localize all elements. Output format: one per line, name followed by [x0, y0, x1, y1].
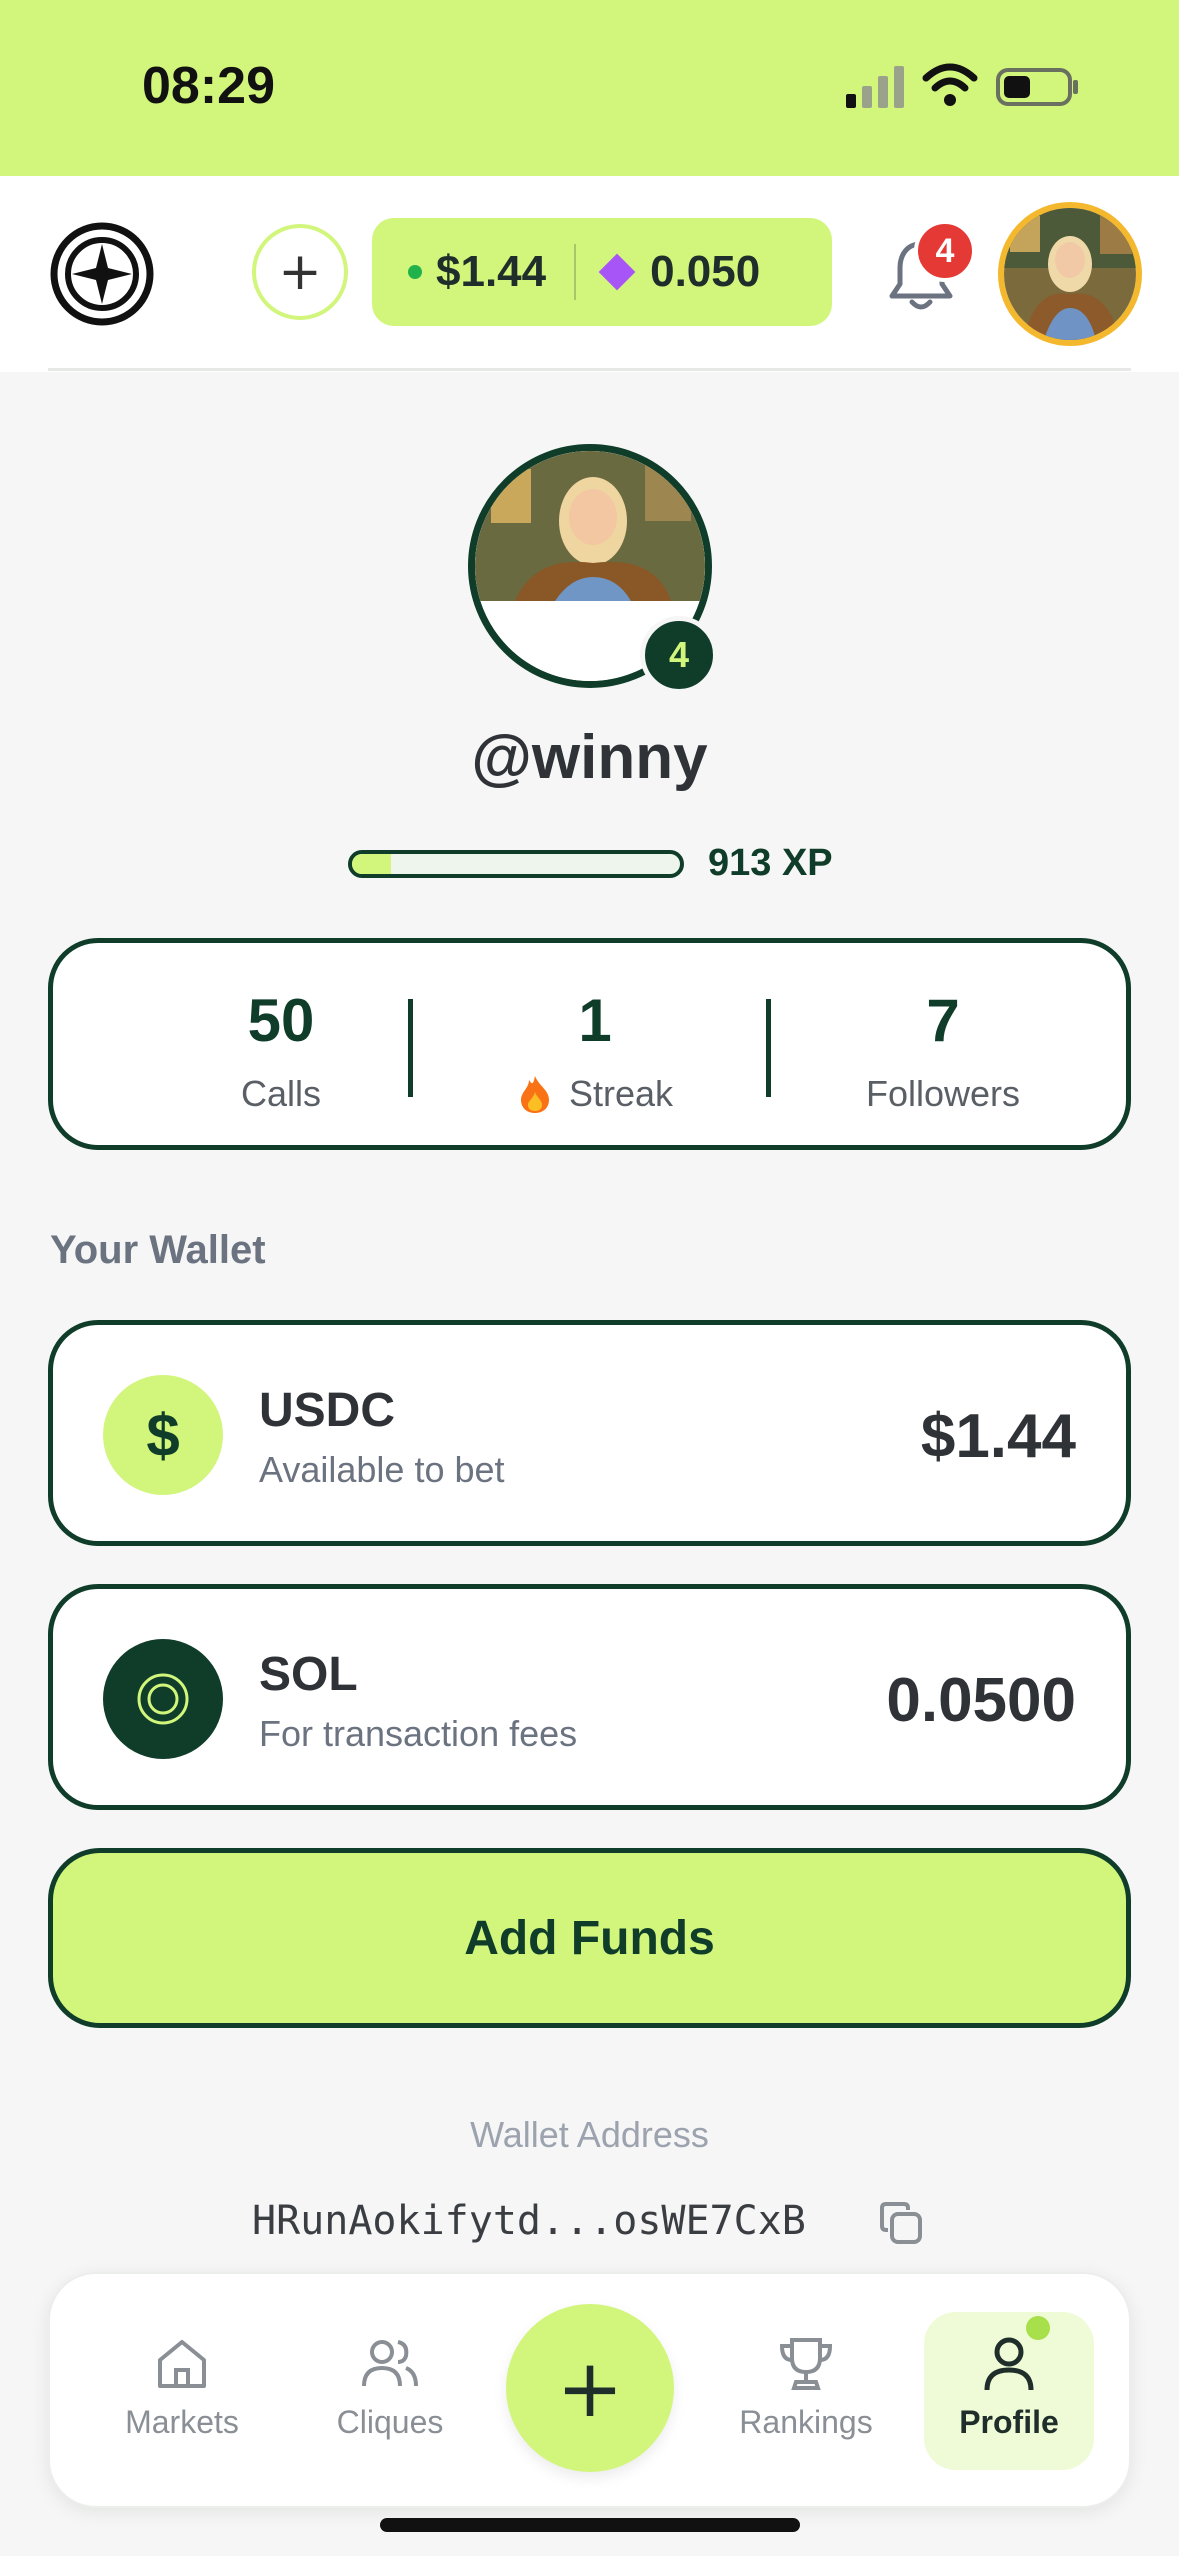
bottom-tab-bar: Markets Cliques + Rankings Profile — [48, 2272, 1131, 2508]
streak-label: Streak — [568, 1073, 674, 1114]
calls-label: Calls — [240, 1073, 321, 1114]
fire-icon — [520, 1076, 549, 1113]
username: @winny — [471, 723, 708, 792]
usd-status-dot — [408, 265, 422, 279]
streak-value: 1 — [578, 987, 612, 1054]
stat-followers[interactable]: 7 Followers — [773, 991, 1113, 1115]
home-indicator — [380, 2518, 800, 2532]
tab-profile[interactable]: Profile — [919, 2334, 1099, 2441]
stat-divider — [408, 999, 413, 1097]
status-time: 08:29 — [142, 57, 275, 115]
wifi-icon — [922, 63, 978, 106]
cellular-signal-icon — [846, 66, 904, 108]
usdc-amount: $1.44 — [920, 1402, 1076, 1471]
home-icon — [158, 2340, 206, 2388]
level-badge: 4 — [640, 616, 718, 694]
tab-cliques[interactable]: Cliques — [300, 2334, 480, 2441]
xp-text: 913 XP — [708, 842, 833, 884]
sol-subtitle: For transaction fees — [259, 1713, 578, 1754]
copy-icon[interactable] — [878, 2200, 924, 2246]
create-button[interactable]: + — [506, 2304, 674, 2472]
add-funds-button[interactable]: Add Funds — [48, 1848, 1131, 2028]
stat-divider — [766, 999, 771, 1097]
followers-label: Followers — [865, 1073, 1021, 1114]
status-bar: 08:29 — [0, 0, 1179, 176]
plus-icon: + — [278, 242, 322, 302]
tab-rankings[interactable]: Rankings — [716, 2334, 896, 2441]
followers-value: 7 — [926, 987, 960, 1054]
notification-badge: 4 — [914, 220, 976, 282]
stat-streak[interactable]: 1 Streak — [425, 991, 765, 1115]
pill-divider — [574, 244, 577, 300]
add-button[interactable]: + — [252, 224, 348, 320]
battery-icon — [996, 68, 1078, 106]
tab-rankings-label: Rankings — [739, 2404, 873, 2440]
header-sol-balance: 0.050 — [650, 247, 761, 296]
profile-icon — [984, 2337, 1034, 2391]
xp-progress-bar — [348, 850, 684, 878]
trophy-icon — [779, 2338, 833, 2390]
sol-rings-icon — [137, 1673, 189, 1725]
avatar-photo — [1004, 208, 1136, 340]
sol-diamond-icon — [598, 253, 636, 291]
header-usd-balance: $1.44 — [436, 247, 547, 296]
calls-value: 50 — [247, 987, 315, 1054]
balance-pill[interactable]: $1.44 0.050 — [372, 218, 832, 326]
usdc-coin-icon: $ — [103, 1375, 223, 1495]
sol-amount: 0.0500 — [886, 1666, 1076, 1735]
wallet-section-title: Your Wallet — [50, 1228, 266, 1272]
usdc-wallet-card[interactable]: $ USDC Available to bet $1.44 — [48, 1320, 1131, 1546]
tab-cliques-label: Cliques — [336, 2404, 444, 2440]
header-avatar[interactable] — [998, 202, 1142, 346]
usdc-symbol: $ — [146, 1401, 180, 1469]
sol-coin-icon — [103, 1639, 223, 1759]
stat-calls[interactable]: 50 Calls — [111, 991, 451, 1115]
sol-name: SOL — [259, 1648, 358, 1701]
stats-card: 50 Calls 1 Streak 7 Followers — [48, 938, 1131, 1150]
xp-progress-fill — [352, 854, 392, 874]
tab-profile-label: Profile — [959, 2404, 1059, 2440]
tab-markets-label: Markets — [125, 2404, 239, 2440]
tab-markets[interactable]: Markets — [92, 2334, 272, 2441]
sol-wallet-card[interactable]: SOL For transaction fees 0.0500 — [48, 1584, 1131, 1810]
wallet-address[interactable]: HRunAokifytd...osWE7CxB — [252, 2198, 806, 2244]
wallet-address-label: Wallet Address — [470, 2114, 709, 2155]
users-icon — [362, 2340, 418, 2387]
usdc-name: USDC — [259, 1384, 396, 1437]
app-logo-icon[interactable] — [48, 220, 156, 328]
header-divider — [48, 368, 1131, 371]
plus-icon: + — [556, 2341, 624, 2435]
usdc-subtitle: Available to bet — [259, 1449, 505, 1490]
